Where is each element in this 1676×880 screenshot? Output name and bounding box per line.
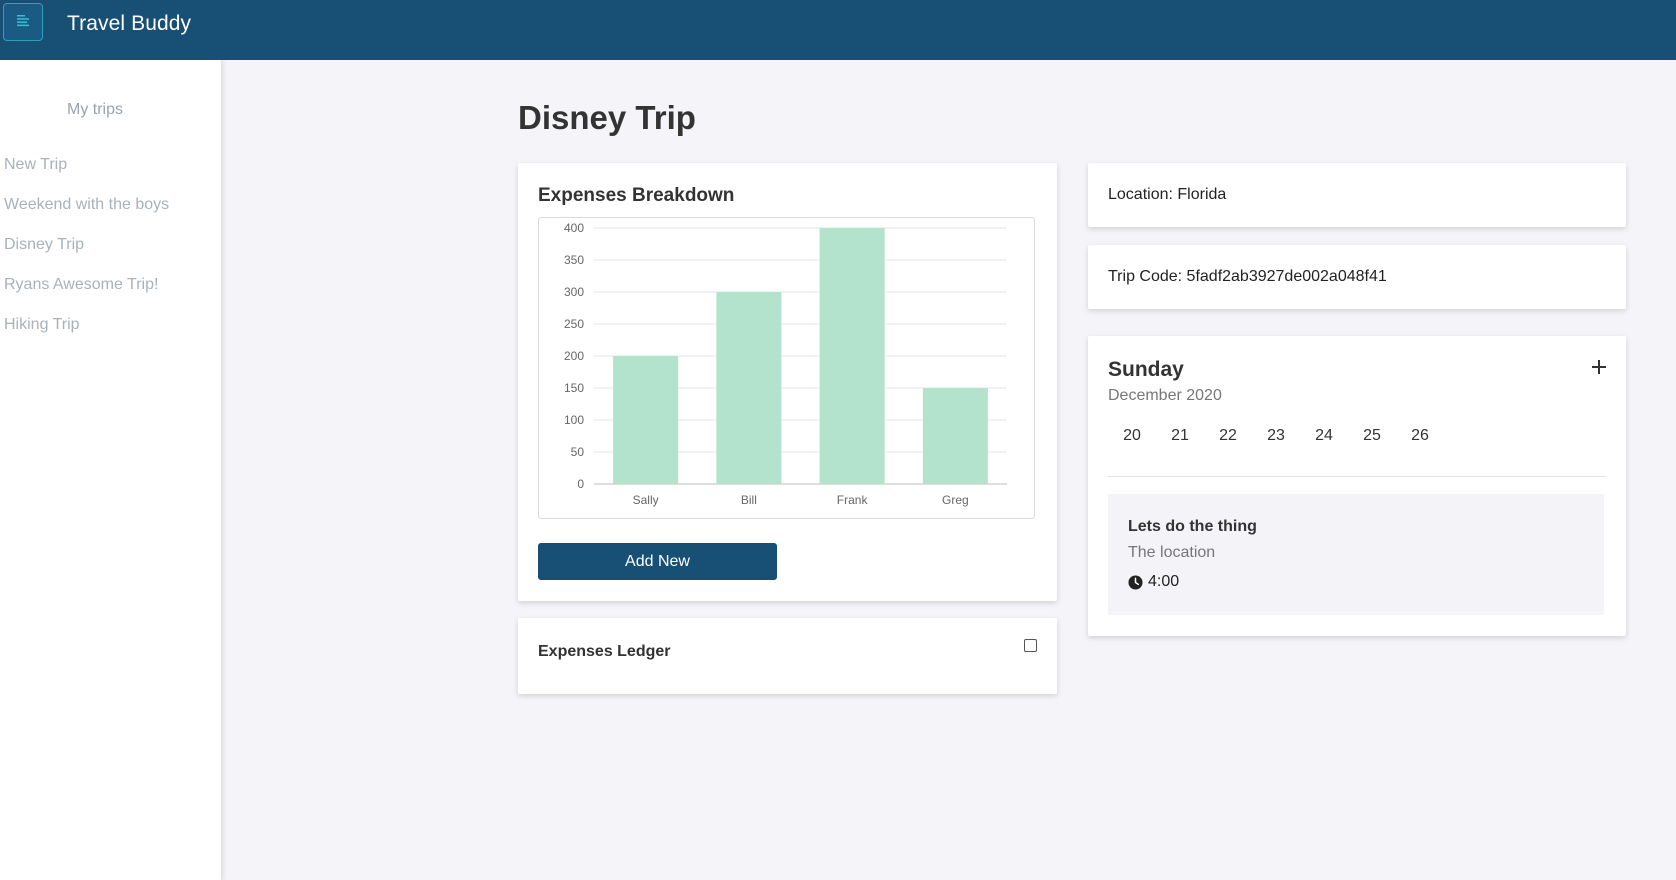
y-tick-label: 350 (564, 253, 584, 267)
calendar-week-strip: 20 21 22 23 24 25 26 (1108, 427, 1444, 445)
x-tick-label: Frank (837, 493, 869, 507)
add-new-button[interactable]: Add New (538, 543, 777, 580)
location-text: Location: Florida (1108, 186, 1227, 203)
bar-bill[interactable] (716, 292, 782, 484)
y-tick-label: 400 (564, 221, 584, 235)
top-navbar: Travel Buddy (0, 0, 1676, 60)
menu-toggle-button[interactable] (3, 3, 43, 41)
calendar-date[interactable]: 21 (1156, 427, 1204, 445)
page-title: Disney Trip (518, 99, 696, 136)
bar-greg[interactable] (922, 388, 988, 484)
location-card: Location: Florida (1088, 163, 1626, 227)
sidebar-item-hiking-trip[interactable]: Hiking Trip (4, 316, 80, 334)
expenses-ledger-title: Expenses Ledger (538, 643, 671, 660)
sidebar-item-new-trip[interactable]: New Trip (4, 156, 67, 174)
bar-sally[interactable] (613, 356, 679, 484)
y-tick-label: 50 (571, 445, 585, 459)
y-tick-label: 0 (577, 477, 584, 491)
y-tick-label: 200 (564, 349, 584, 363)
calendar-date[interactable]: 25 (1348, 427, 1396, 445)
ledger-checkbox[interactable] (1024, 639, 1037, 652)
calendar-date[interactable]: 20 (1108, 427, 1156, 445)
sidebar-item-disney-trip[interactable]: Disney Trip (4, 236, 84, 254)
calendar-date[interactable]: 22 (1204, 427, 1252, 445)
sidebar-heading: My trips (67, 101, 123, 118)
calendar-divider (1108, 476, 1606, 477)
x-tick-label: Greg (942, 493, 969, 507)
calendar-day-name: Sunday (1108, 358, 1184, 381)
expenses-breakdown-title: Expenses Breakdown (538, 185, 735, 206)
y-tick-label: 150 (564, 381, 584, 395)
trip-code-text: Trip Code: 5fadf2ab3927de002a048f41 (1108, 268, 1387, 285)
sidebar-item-ryans-awesome-trip[interactable]: Ryans Awesome Trip! (4, 276, 158, 294)
expenses-ledger-card: Expenses Ledger (518, 618, 1057, 694)
event-time: 4:00 (1128, 573, 1179, 591)
y-tick-label: 250 (564, 317, 584, 331)
calendar-event[interactable]: Lets do the thing The location 4:00 (1108, 494, 1604, 615)
plus-icon[interactable] (1592, 353, 1606, 381)
calendar-month: December 2020 (1108, 387, 1222, 404)
y-tick-label: 100 (564, 413, 584, 427)
calendar-date[interactable]: 24 (1300, 427, 1348, 445)
bar-frank[interactable] (819, 228, 885, 484)
menu-icon (15, 12, 31, 33)
app-title[interactable]: Travel Buddy (67, 12, 191, 36)
clock-icon (1128, 574, 1143, 590)
x-tick-label: Bill (741, 493, 757, 507)
expenses-breakdown-card: Expenses Breakdown 0 50 100 150 200 250 300 350… (518, 163, 1057, 601)
event-time-label: 4:00 (1148, 573, 1180, 590)
sidebar-item-weekend-with-the-boys[interactable]: Weekend with the boys (4, 196, 169, 214)
x-tick-label: Sally (633, 493, 659, 507)
event-location: The location (1128, 544, 1216, 561)
expenses-bar-chart: 0 50 100 150 200 250 300 350 400 Sally Bill Frank Gr… (564, 221, 1007, 507)
expenses-chart: 0 50 100 150 200 250 300 350 400 Sally Bill Frank Gr… (538, 217, 1035, 519)
y-tick-label: 300 (564, 285, 584, 299)
event-title: Lets do the thing (1128, 518, 1257, 535)
calendar-card: Sunday December 2020 20 21 22 23 24 25 2… (1088, 336, 1626, 636)
calendar-date[interactable]: 23 (1252, 427, 1300, 445)
trip-code-card: Trip Code: 5fadf2ab3927de002a048f41 (1088, 245, 1626, 309)
calendar-date[interactable]: 26 (1396, 427, 1444, 445)
sidebar: My trips New Trip Weekend with the boys … (0, 60, 222, 880)
